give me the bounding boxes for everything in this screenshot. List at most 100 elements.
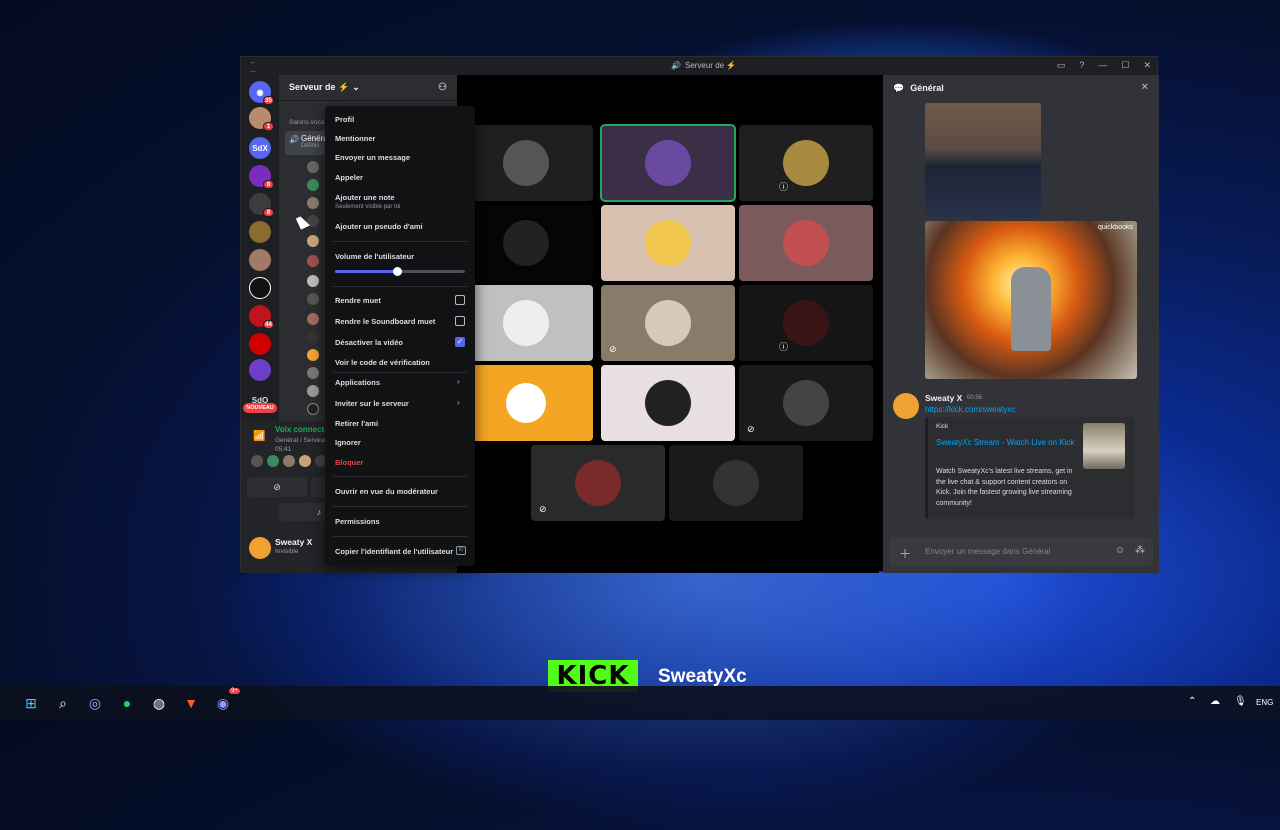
avatar[interactable] bbox=[249, 537, 271, 559]
menu-user-volume: Volume de l'utilisateur bbox=[335, 252, 415, 261]
add-attachment-icon[interactable]: ＋ bbox=[899, 545, 911, 562]
discord-taskbar-badge: 9+ bbox=[229, 688, 240, 694]
message-link[interactable]: https://kick.com/sweatyxc bbox=[925, 405, 1015, 414]
activity-avatar bbox=[299, 455, 311, 467]
menu-send-message[interactable]: Envoyer un message bbox=[335, 153, 410, 162]
brave-icon[interactable]: ▼ bbox=[180, 692, 202, 714]
participant-tile[interactable] bbox=[739, 205, 873, 281]
chat-channel-name: Général bbox=[910, 83, 944, 93]
apps-icon[interactable]: ⁂ bbox=[1135, 545, 1145, 556]
participant-tile[interactable] bbox=[459, 285, 593, 361]
menu-applications[interactable]: Applications bbox=[335, 378, 380, 387]
participant-tile[interactable] bbox=[459, 365, 593, 441]
participant-tile[interactable]: ⓘ bbox=[739, 285, 873, 361]
attached-image[interactable] bbox=[925, 103, 1041, 217]
participant-avatar bbox=[645, 140, 691, 186]
id-icon: ID bbox=[456, 546, 466, 555]
chevron-right-icon: › bbox=[457, 377, 460, 386]
menu-copy-id[interactable]: Copier l'identifiant de l'utilisateur bbox=[335, 547, 453, 556]
menu-add-nickname[interactable]: Ajouter un pseudo d'ami bbox=[335, 222, 423, 231]
maximize-button[interactable]: ☐ bbox=[1121, 60, 1129, 71]
menu-moderator-view[interactable]: Ouvrir en vue du modérateur bbox=[335, 487, 438, 496]
microphone-icon[interactable]: 🎙 bbox=[1234, 696, 1247, 707]
participant-tile[interactable] bbox=[459, 205, 593, 281]
participant-tile[interactable] bbox=[669, 445, 803, 521]
obs-icon[interactable]: ◍ bbox=[148, 692, 170, 714]
embed-provider[interactable]: Kick bbox=[936, 423, 948, 430]
participant-tile[interactable]: ⊘ bbox=[601, 285, 735, 361]
menu-mention[interactable]: Mentionner bbox=[335, 134, 375, 143]
participant-tile[interactable]: ⓘ bbox=[739, 125, 873, 201]
menu-divider bbox=[333, 506, 467, 507]
disable-video-checkbox[interactable]: ✓ bbox=[455, 337, 465, 347]
tray-chevron-up-icon[interactable]: ⌃ bbox=[1188, 696, 1196, 707]
menu-block[interactable]: Bloquer bbox=[335, 458, 363, 467]
steam-icon[interactable]: ◎ bbox=[84, 692, 106, 714]
message-author-avatar[interactable] bbox=[893, 393, 919, 419]
message-composer[interactable]: ＋ Envoyer un message dans Général ☺ ⁂ bbox=[889, 537, 1153, 567]
close-chat-button[interactable]: ✕ bbox=[1141, 82, 1149, 93]
participant-tile[interactable] bbox=[601, 205, 735, 281]
username[interactable]: Sweaty X bbox=[275, 537, 312, 547]
embed-description: Watch SweatyXc's latest live streams, ge… bbox=[936, 468, 1073, 507]
mute-checkbox[interactable] bbox=[455, 295, 465, 305]
participant-avatar bbox=[783, 220, 829, 266]
activity-avatar bbox=[283, 455, 295, 467]
language-indicator[interactable]: ENG bbox=[1256, 698, 1273, 707]
embed-thumbnail[interactable] bbox=[1083, 423, 1125, 469]
soundboard-icon: ♪ bbox=[316, 507, 322, 517]
menu-ignore[interactable]: Ignorer bbox=[335, 438, 361, 447]
menu-invite[interactable]: Inviter sur le serveur bbox=[335, 399, 409, 408]
message-timestamp: 00:56 bbox=[967, 395, 983, 401]
menu-verification-code[interactable]: Voir le code de vérification bbox=[335, 358, 430, 367]
link-embed: Kick SweatyXc Stream - Watch Live on Kic… bbox=[925, 417, 1135, 519]
attached-gif[interactable]: quickbooks bbox=[925, 221, 1137, 379]
participant-avatar bbox=[783, 140, 829, 186]
menu-mute-soundboard[interactable]: Rendre le Soundboard muet bbox=[335, 317, 435, 326]
participant-tile-speaking[interactable] bbox=[600, 124, 736, 202]
participant-tile[interactable] bbox=[459, 125, 593, 201]
volume-slider-knob[interactable] bbox=[393, 267, 403, 276]
composer-placeholder[interactable]: Envoyer un message dans Général bbox=[925, 547, 1050, 556]
discord-taskbar-icon[interactable]: ◉ 9+ bbox=[212, 688, 240, 714]
participant-tile[interactable]: ⊘ bbox=[739, 365, 873, 441]
menu-divider bbox=[333, 476, 467, 477]
activity-avatar bbox=[267, 455, 279, 467]
gif-figure bbox=[1011, 267, 1051, 351]
voice-location-text: Général / Serveur bbox=[275, 437, 327, 444]
participant-avatar bbox=[783, 380, 829, 426]
camera-off-button[interactable]: ⊘ bbox=[247, 477, 307, 497]
volume-slider[interactable] bbox=[335, 267, 465, 276]
menu-disable-video[interactable]: Désactiver la vidéo bbox=[335, 338, 403, 347]
emoji-icon[interactable]: ☺ bbox=[1115, 545, 1125, 556]
menu-remove-friend[interactable]: Retirer l'ami bbox=[335, 419, 378, 428]
minimize-button[interactable]: — bbox=[1098, 60, 1107, 71]
mute-soundboard-checkbox[interactable] bbox=[455, 316, 465, 326]
participant-avatar bbox=[575, 460, 621, 506]
participant-tile[interactable] bbox=[601, 365, 735, 441]
participant-avatar bbox=[645, 380, 691, 426]
message-author[interactable]: Sweaty X bbox=[925, 393, 962, 403]
windows-start-icon[interactable]: ⊞ bbox=[20, 692, 42, 714]
search-icon[interactable]: ⌕ bbox=[52, 692, 74, 714]
menu-mute[interactable]: Rendre muet bbox=[335, 296, 381, 305]
embed-title[interactable]: SweatyXc Stream - Watch Live on Kick bbox=[936, 437, 1076, 449]
window-controls: ▭ ? — ☐ ✕ bbox=[1057, 60, 1151, 71]
checkmark-icon: ✓ bbox=[456, 337, 464, 346]
menu-profile[interactable]: Profil bbox=[335, 115, 354, 124]
menu-permissions[interactable]: Permissions bbox=[335, 517, 380, 526]
chevron-right-icon: › bbox=[457, 398, 460, 407]
user-context-menu: Profil Mentionner Envoyer un message App… bbox=[325, 106, 475, 566]
chat-header: 💬 Général ✕ bbox=[883, 75, 1159, 101]
help-icon[interactable]: ? bbox=[1079, 60, 1084, 71]
inbox-icon[interactable]: ▭ bbox=[1057, 60, 1066, 71]
network-icon[interactable]: ☁ bbox=[1210, 696, 1220, 707]
close-button[interactable]: ✕ bbox=[1143, 60, 1151, 71]
participant-tile[interactable]: ⊘ bbox=[531, 445, 665, 521]
stream-icon: ⓘ bbox=[779, 182, 789, 192]
menu-call[interactable]: Appeler bbox=[335, 173, 363, 182]
menu-divider bbox=[333, 372, 467, 373]
participant-avatar bbox=[503, 300, 549, 346]
menu-add-note[interactable]: Ajouter une note bbox=[335, 193, 395, 202]
spotify-icon[interactable]: ● bbox=[116, 692, 138, 714]
